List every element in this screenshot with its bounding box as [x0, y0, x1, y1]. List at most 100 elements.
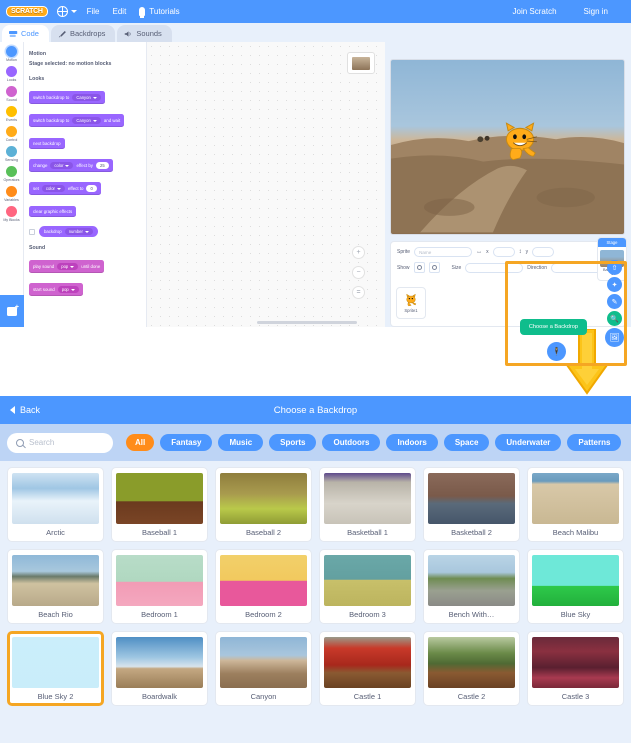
control-icon: [6, 126, 17, 137]
block-backdrop-reporter[interactable]: backdrop number: [39, 226, 98, 237]
backdrop-card[interactable]: Beach Malibu: [527, 467, 624, 542]
backdrop-card[interactable]: Castle 1: [319, 631, 416, 706]
category-motion[interactable]: Motion: [0, 46, 24, 62]
category-control[interactable]: Control: [0, 126, 24, 142]
backdrop-card[interactable]: Basketball 2: [423, 467, 520, 542]
block-start-sound[interactable]: start sound pop: [29, 283, 83, 296]
sprite-size-input[interactable]: [465, 262, 524, 273]
library-filters: Search All Fantasy Music Sports Outdoors…: [0, 424, 631, 461]
backdrop-card[interactable]: Bedroom 3: [319, 549, 416, 624]
scratch-logo[interactable]: SCRATCH: [6, 6, 48, 17]
block-clear-graphic-effects[interactable]: clear graphic effects: [29, 206, 77, 217]
backdrop-card[interactable]: Canyon: [215, 631, 312, 706]
filter-patterns[interactable]: Patterns: [567, 434, 622, 451]
backdrop-dropdown[interactable]: Canyon: [72, 117, 101, 124]
sign-in-link[interactable]: Sign in: [584, 7, 608, 16]
show-icon[interactable]: [413, 262, 425, 273]
menu-file[interactable]: File: [87, 7, 100, 16]
choose-backdrop-icon[interactable]: 🔍: [607, 311, 622, 326]
zoom-reset-button[interactable]: =: [352, 286, 365, 299]
sprite-x-input[interactable]: [492, 247, 515, 257]
filter-fantasy[interactable]: Fantasy: [160, 434, 213, 451]
upload-backdrop-icon[interactable]: ⇧: [607, 260, 622, 275]
hide-icon[interactable]: [428, 262, 440, 273]
block-palette[interactable]: Motion Stage selected: no motion blocks …: [24, 42, 147, 327]
backdrop-dropdown[interactable]: Canyon: [72, 94, 101, 101]
filter-underwater[interactable]: Underwater: [495, 434, 562, 451]
category-my-blocks[interactable]: My Blocks: [0, 206, 24, 222]
reporter-dropdown[interactable]: number: [64, 228, 93, 235]
category-variables[interactable]: Variables: [0, 186, 24, 202]
category-sound[interactable]: Sound: [0, 86, 24, 102]
backdrop-card[interactable]: Castle 2: [423, 631, 520, 706]
backdrop-thumbnail: [428, 637, 515, 688]
block-switch-backdrop-and-wait[interactable]: switch backdrop to Canyon and wait: [29, 114, 125, 127]
surprise-backdrop-icon[interactable]: ✦: [607, 277, 622, 292]
reporter-checkbox[interactable]: [29, 228, 35, 235]
tab-code[interactable]: Code: [2, 25, 49, 42]
search-input[interactable]: Search: [7, 432, 113, 453]
code-workspace[interactable]: + − =: [147, 42, 385, 327]
zoom-in-button[interactable]: +: [352, 246, 365, 259]
filter-music[interactable]: Music: [218, 434, 264, 451]
filter-all[interactable]: All: [126, 434, 155, 451]
backdrop-card[interactable]: Arctic: [7, 467, 104, 542]
backdrop-card[interactable]: Bedroom 2: [215, 549, 312, 624]
editor-body: Motion Looks Sound Events Control Sensin…: [0, 42, 631, 366]
backdrop-card[interactable]: Beach Rio: [7, 549, 104, 624]
workspace-horizontal-scrollbar[interactable]: [257, 321, 357, 324]
effect-dropdown[interactable]: color: [41, 185, 65, 192]
zoom-out-button[interactable]: −: [352, 266, 365, 279]
sprite-y-input[interactable]: [532, 247, 555, 257]
backdrop-card[interactable]: Blue Sky 2: [7, 631, 104, 706]
block-next-backdrop[interactable]: next backdrop: [29, 138, 65, 149]
backdrop-card[interactable]: Boardwalk: [111, 631, 208, 706]
choose-backdrop-button[interactable]: 🖼: [605, 328, 624, 347]
backdrop-card[interactable]: Castle 3: [527, 631, 624, 706]
backdrop-card[interactable]: Baseball 1: [111, 467, 208, 542]
choose-sprite-button[interactable]: 🕴: [547, 342, 566, 361]
add-extension-button[interactable]: [0, 295, 24, 327]
menu-edit[interactable]: Edit: [113, 7, 127, 16]
filter-sports[interactable]: Sports: [269, 434, 317, 451]
backdrop-name: Basketball 2: [451, 528, 492, 537]
language-selector[interactable]: [56, 6, 77, 17]
stage-canvas[interactable]: [390, 59, 625, 235]
backdrop-card[interactable]: Basketball 1: [319, 467, 416, 542]
block-play-sound-until-done[interactable]: play sound pop until done: [29, 260, 105, 273]
backdrop-thumbnail: [116, 473, 203, 524]
backdrop-name: Castle 3: [561, 692, 590, 701]
category-looks[interactable]: Looks: [0, 66, 24, 82]
cat-sprite[interactable]: [494, 119, 546, 163]
backdrop-card[interactable]: Bedroom 1: [111, 549, 208, 624]
sprite-name-input[interactable]: Name: [414, 247, 473, 257]
block-change-effect[interactable]: change color effect by 25: [29, 159, 113, 172]
backdrop-add-menu: ⇧ ✦ ✎ 🔍 🖼: [605, 260, 624, 347]
category-operators[interactable]: Operators: [0, 166, 24, 182]
block-switch-backdrop[interactable]: switch backdrop to Canyon: [29, 91, 105, 104]
effect-dropdown[interactable]: color: [50, 162, 74, 169]
sensing-icon: [6, 146, 17, 157]
backdrop-card[interactable]: Blue Sky: [527, 549, 624, 624]
sprite-list[interactable]: Sprite1: [390, 282, 626, 327]
tab-backdrops[interactable]: Backdrops: [50, 25, 116, 42]
effect-value-input[interactable]: 0: [86, 185, 97, 192]
tab-sounds[interactable]: Sounds: [117, 25, 172, 42]
sound-dropdown[interactable]: pop: [57, 263, 79, 270]
sprite-card-sprite1[interactable]: Sprite1: [396, 287, 426, 319]
tab-code-label: Code: [21, 29, 39, 38]
menu-tutorials[interactable]: Tutorials: [139, 7, 180, 18]
category-events[interactable]: Events: [0, 106, 24, 122]
palette-heading-looks: Looks: [29, 76, 45, 82]
backdrop-card[interactable]: Baseball 2: [215, 467, 312, 542]
join-scratch-link[interactable]: Join Scratch: [513, 7, 557, 16]
sound-dropdown[interactable]: pop: [57, 286, 79, 293]
paint-backdrop-icon[interactable]: ✎: [607, 294, 622, 309]
filter-outdoors[interactable]: Outdoors: [322, 434, 381, 451]
block-set-effect[interactable]: set color effect to 0: [29, 182, 101, 195]
effect-amount-input[interactable]: 25: [96, 162, 109, 169]
backdrop-card[interactable]: Bench With…: [423, 549, 520, 624]
filter-indoors[interactable]: Indoors: [386, 434, 438, 451]
filter-space[interactable]: Space: [443, 434, 490, 451]
category-sensing[interactable]: Sensing: [0, 146, 24, 162]
